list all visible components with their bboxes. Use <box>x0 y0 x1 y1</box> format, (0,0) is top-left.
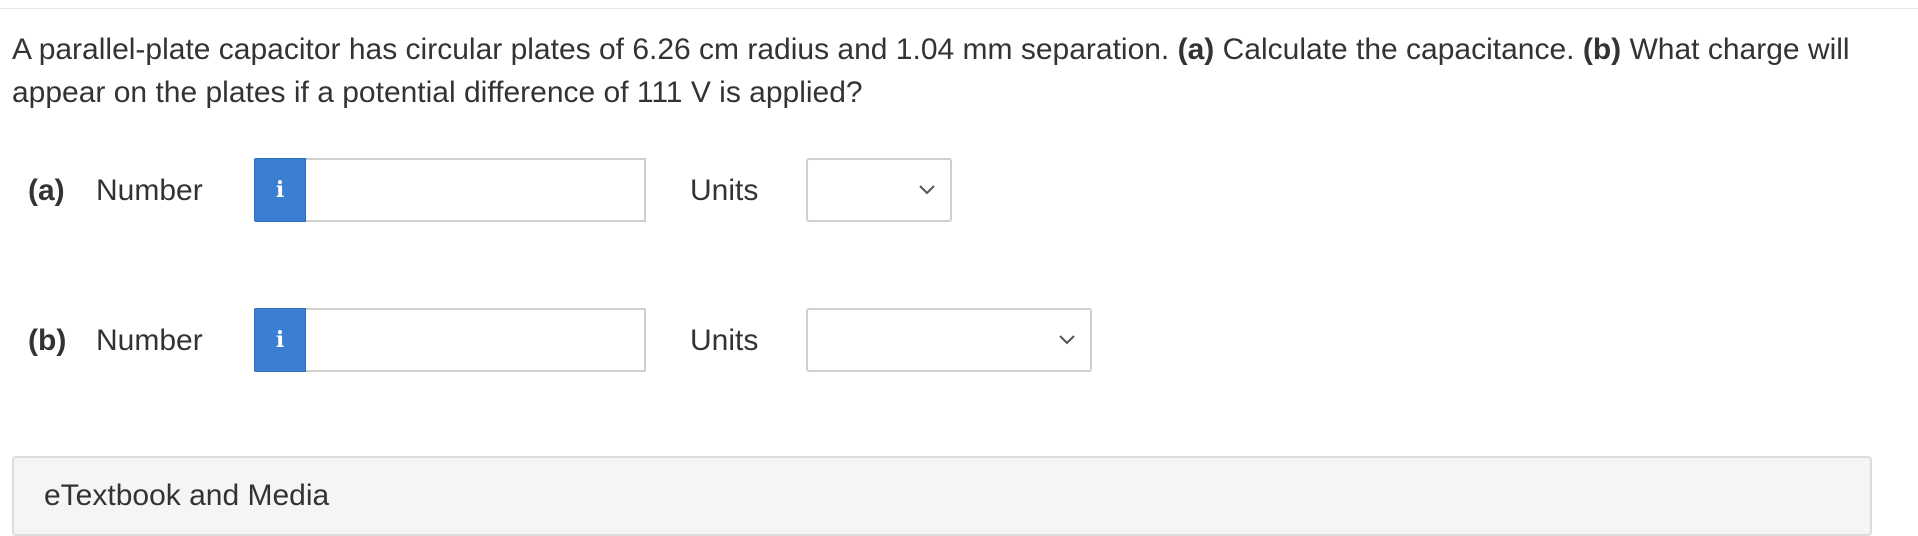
units-label-b: Units <box>690 324 759 357</box>
part-a-marker: (a) <box>1177 33 1215 66</box>
number-input-b[interactable] <box>306 308 646 372</box>
units-select-b[interactable] <box>806 308 1092 372</box>
units-select-a[interactable] <box>806 158 952 222</box>
part-b-marker: (b) <box>1582 33 1622 66</box>
info-icon: i <box>275 327 285 353</box>
number-label-a: Number <box>96 174 203 207</box>
etextbook-media-panel[interactable]: eTextbook and Media <box>12 456 1872 536</box>
part-label-b: (b) <box>28 324 67 357</box>
answer-row-a: (a) Number i Units <box>28 158 1228 224</box>
question-text: A parallel-plate capacitor has circular … <box>12 28 1892 114</box>
answer-row-b: (b) Number i Units <box>28 308 1228 374</box>
question-text-part-a: Calculate the capacitance. <box>1214 33 1583 66</box>
number-input-a[interactable] <box>306 158 646 222</box>
info-button-a[interactable]: i <box>254 158 306 222</box>
info-button-b[interactable]: i <box>254 308 306 372</box>
chevron-down-icon <box>1059 335 1075 345</box>
number-label-b: Number <box>96 324 203 357</box>
info-icon: i <box>275 177 285 203</box>
etextbook-media-title: eTextbook and Media <box>44 479 330 512</box>
part-label-a: (a) <box>28 174 65 207</box>
units-label-a: Units <box>690 174 759 207</box>
top-divider <box>0 8 1918 9</box>
question-text-intro: A parallel-plate capacitor has circular … <box>12 33 1178 66</box>
chevron-down-icon <box>919 185 935 195</box>
